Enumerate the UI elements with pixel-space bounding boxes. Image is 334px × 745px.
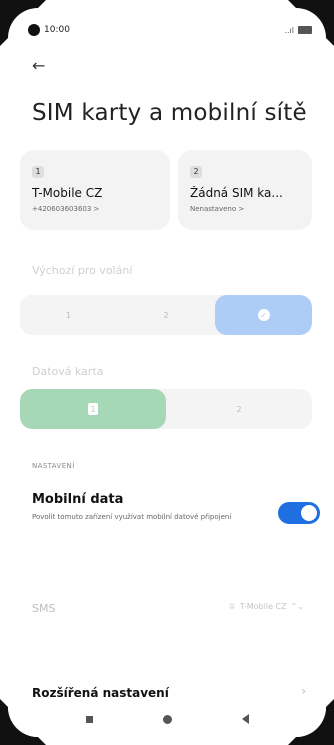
- mobile-data-description: Povolit tomuto zařízení využívat mobilní…: [32, 513, 232, 521]
- data-option-sim-2[interactable]: 2: [166, 389, 312, 429]
- sim-card-1[interactable]: 1 T-Mobile CZ +420603603603 >: [20, 150, 170, 230]
- updown-chevron-icon: ⌃⌄: [290, 602, 304, 611]
- mobile-data-title: Mobilní data: [32, 492, 124, 507]
- sim-card-2[interactable]: 2 Žádná SIM ka... Nenastaveno >: [178, 150, 312, 230]
- check-icon: ✓: [257, 309, 270, 321]
- call-option-ask[interactable]: ✓: [215, 295, 312, 335]
- sim-status: Nenastaveno >: [190, 205, 245, 213]
- back-arrow-icon[interactable]: ←: [32, 56, 45, 75]
- sim-slot-badge: 2: [190, 166, 202, 178]
- data-card-selector: 1 2: [20, 389, 312, 429]
- mobile-data-toggle[interactable]: [278, 502, 320, 524]
- sms-selector[interactable]: ① T-Mobile CZ ⌃⌄: [229, 602, 304, 611]
- camera-icon: [28, 24, 40, 36]
- sim-slot-badge: 1: [32, 166, 44, 178]
- sim-1-chip-icon: 1: [65, 310, 72, 320]
- home-icon[interactable]: [162, 714, 172, 724]
- status-time: 10:00: [44, 25, 70, 35]
- signal-icon: ..ıl: [284, 25, 294, 35]
- advanced-settings-label[interactable]: Rozšířená nastavení: [32, 686, 169, 700]
- sim-name: T-Mobile CZ: [32, 186, 103, 200]
- page-title: SIM karty a mobilní sítě: [32, 100, 307, 126]
- call-option-sim-2[interactable]: 2: [117, 295, 215, 335]
- call-option-sim-1[interactable]: 1: [20, 295, 117, 335]
- sim-number: +420603603603 >: [32, 205, 100, 213]
- sim-2-chip-icon: 2: [163, 310, 169, 320]
- screen: 10:00 ..ıl ← SIM karty a mobilní sítě 1 …: [8, 8, 326, 737]
- sim-1-icon: ①: [228, 602, 236, 611]
- toggle-knob: [301, 505, 317, 521]
- chevron-right-icon: ›: [301, 684, 306, 698]
- navigation-bar: [8, 701, 326, 737]
- sms-value: T-Mobile CZ: [239, 602, 287, 611]
- settings-section-label: NASTAVENÍ: [32, 462, 75, 470]
- data-option-sim-1[interactable]: 1: [20, 389, 166, 429]
- status-bar: 10:00 ..ıl: [28, 22, 312, 38]
- back-icon[interactable]: [241, 714, 249, 724]
- default-call-label: Výchozí pro volání: [32, 264, 133, 277]
- battery-icon: [298, 26, 312, 34]
- sim-2-chip-icon: 2: [236, 404, 242, 414]
- sim-name: Žádná SIM ka...: [190, 186, 283, 200]
- default-call-selector: 1 2 ✓: [20, 295, 312, 335]
- recents-icon[interactable]: [85, 715, 93, 723]
- data-card-label: Datová karta: [32, 365, 104, 378]
- sms-label: SMS: [32, 602, 56, 615]
- sim-1-chip-icon: 1: [88, 403, 98, 415]
